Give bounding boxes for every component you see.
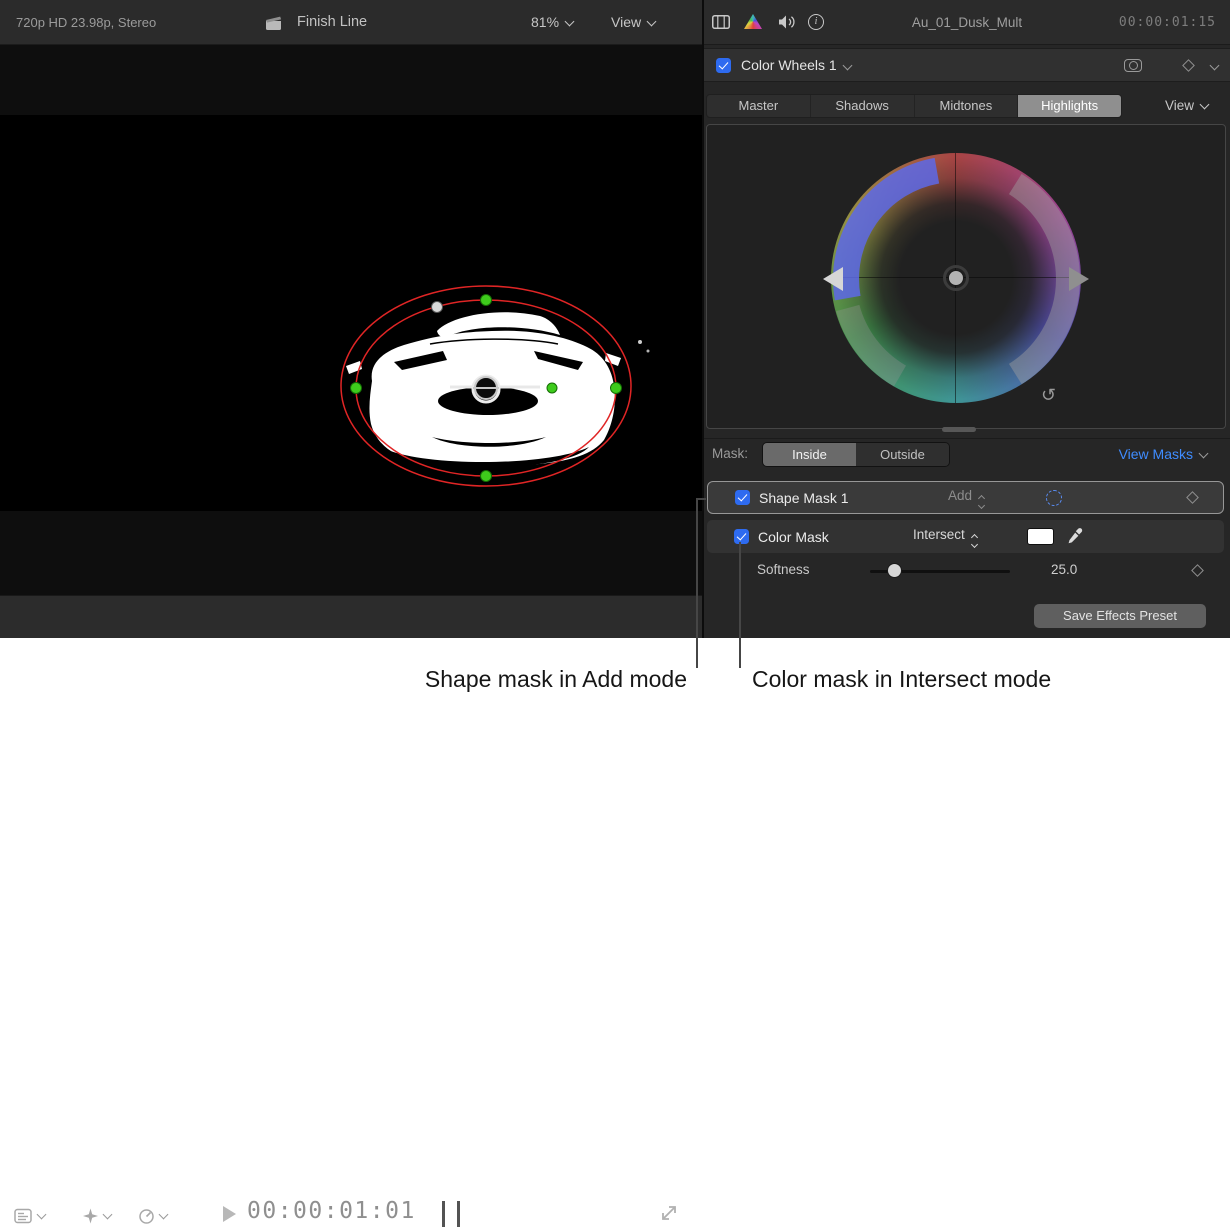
mask-handle-right[interactable] — [611, 383, 622, 394]
stepper-icon — [972, 535, 977, 547]
mask-handle-left[interactable] — [351, 383, 362, 394]
wheel-center-control[interactable] — [949, 271, 963, 285]
viewer-canvas — [0, 45, 703, 595]
mask-handle-radius[interactable] — [547, 383, 557, 393]
color-mask-mode-dropdown[interactable]: Intersect — [913, 527, 977, 547]
color-swatch[interactable] — [1027, 528, 1054, 545]
video-black-frame — [0, 115, 703, 511]
tab-shadows[interactable]: Shadows — [811, 95, 915, 117]
shape-mask-caption: Shape mask in Add mode — [425, 666, 687, 693]
mask-handle-bottom[interactable] — [481, 471, 492, 482]
apply-masks-icon[interactable] — [1124, 59, 1142, 72]
tab-midtones[interactable]: Midtones — [915, 95, 1019, 117]
index-menu-button[interactable] — [14, 1207, 45, 1225]
softness-value[interactable]: 25.0 — [1051, 562, 1077, 577]
keyframe-diamond-icon[interactable] — [1186, 491, 1199, 504]
effect-enable-checkbox[interactable] — [716, 58, 731, 73]
color-caption-connector-line — [739, 542, 741, 668]
index-menu-icon — [14, 1208, 33, 1224]
stepper-icon — [979, 496, 984, 508]
shape-mask-name: Shape Mask 1 — [759, 490, 849, 506]
tab-highlights[interactable]: Highlights — [1018, 95, 1121, 117]
keyframe-diamond-icon[interactable] — [1191, 564, 1204, 577]
inspector-header: i Au_01_Dusk_Mult 00:00:01:15 — [704, 0, 1230, 45]
segment-inside[interactable]: Inside — [763, 443, 856, 466]
mask-inside-outside-segment: Inside Outside — [762, 442, 950, 467]
section-separator — [704, 438, 1230, 439]
wheel-view-dropdown[interactable]: View — [1165, 98, 1208, 113]
chevron-down-icon — [565, 17, 575, 27]
shape-caption-connector-tick — [697, 498, 706, 500]
color-wheel-panel: ↺ — [706, 124, 1226, 429]
wheel-gray-arc-left[interactable] — [848, 308, 900, 376]
dashed-circle-icon[interactable] — [1046, 490, 1062, 506]
segment-outside[interactable]: Outside — [856, 443, 949, 466]
keyframe-diamond-icon[interactable] — [1182, 59, 1195, 72]
color-range-tabs: Master Shadows Midtones Highlights — [706, 94, 1122, 118]
clip-timecode: 00:00:01:15 — [1119, 15, 1216, 30]
retime-gauge-icon — [138, 1208, 155, 1224]
audio-meter-left — [442, 1201, 445, 1227]
view-masks-dropdown[interactable]: View Masks — [1119, 446, 1207, 462]
shape-mask-row[interactable]: Shape Mask 1 Add — [707, 481, 1224, 514]
viewer-view-dropdown[interactable]: View — [611, 14, 655, 30]
video-frame — [0, 45, 703, 595]
play-icon[interactable] — [223, 1206, 236, 1222]
effect-row[interactable]: Color Wheels 1 — [704, 48, 1230, 82]
shape-mask-mode-dropdown[interactable]: Add — [948, 488, 984, 508]
chevron-down-icon — [103, 1210, 113, 1220]
chevron-down-icon[interactable] — [1210, 60, 1220, 70]
chevron-down-icon — [1199, 449, 1209, 459]
viewer-top-bar: 720p HD 23.98p, Stereo Finish Line 81% V… — [0, 0, 703, 45]
eyedropper-icon[interactable] — [1067, 527, 1084, 549]
chevron-down-icon — [647, 17, 657, 27]
magic-wand-icon — [82, 1208, 99, 1224]
chevron-down-icon — [159, 1210, 169, 1220]
effect-name: Color Wheels 1 — [741, 57, 837, 73]
wheel-blue-arc[interactable] — [846, 171, 937, 298]
color-mask-row[interactable]: Color Mask Intersect — [707, 520, 1224, 553]
inspector-panel: i Au_01_Dusk_Mult 00:00:01:15 Color Whee… — [704, 0, 1230, 638]
softness-label: Softness — [757, 562, 810, 577]
viewer-toolbar: 00:00:01:01 — [0, 595, 703, 638]
audio-meter-right — [457, 1201, 460, 1227]
project-title: Finish Line — [297, 14, 367, 30]
shape-caption-connector-line — [696, 498, 698, 668]
zoom-dropdown[interactable]: 81% — [531, 14, 573, 30]
wheel-left-arrow[interactable] — [823, 267, 843, 291]
color-mask-name: Color Mask — [758, 529, 829, 545]
mask-handle-top[interactable] — [481, 295, 492, 306]
mask-label: Mask: — [712, 446, 748, 461]
retime-button[interactable] — [138, 1207, 167, 1225]
enhancements-button[interactable] — [82, 1207, 111, 1225]
softness-slider-thumb[interactable] — [888, 564, 901, 577]
chevron-down-icon — [37, 1210, 47, 1220]
shape-mask-checkbox[interactable] — [735, 490, 750, 505]
expand-icon[interactable] — [659, 1203, 679, 1228]
chevron-down-icon — [1200, 100, 1210, 110]
color-mask-checkbox[interactable] — [734, 529, 749, 544]
chevron-down-icon — [842, 60, 852, 70]
save-effects-preset-button[interactable]: Save Effects Preset — [1034, 604, 1206, 628]
playhead-timecode[interactable]: 00:00:01:01 — [247, 1198, 416, 1224]
color-mask-caption: Color mask in Intersect mode — [752, 666, 1051, 693]
wheel-gray-arc-right[interactable] — [1015, 184, 1068, 374]
mask-rotation-handle[interactable] — [432, 302, 443, 313]
clapperboard-icon — [264, 15, 283, 35]
app-window: 720p HD 23.98p, Stereo Finish Line 81% V… — [0, 0, 1230, 638]
reset-arrow-icon[interactable]: ↺ — [1041, 385, 1056, 406]
tab-master[interactable]: Master — [707, 95, 811, 117]
panel-resize-handle[interactable] — [942, 427, 976, 432]
format-info: 720p HD 23.98p, Stereo — [16, 15, 156, 30]
